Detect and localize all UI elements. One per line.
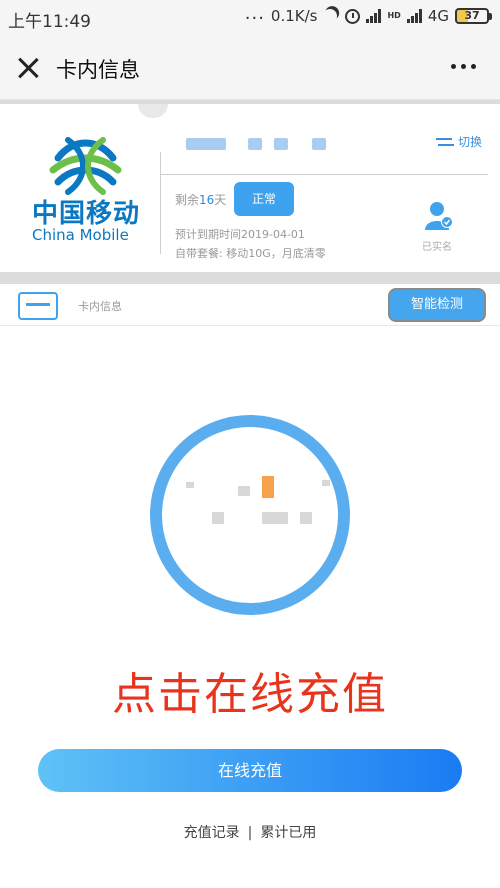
network-speed: 0.1K/s <box>270 7 318 25</box>
card-icon <box>18 292 58 320</box>
brand-name-en: China Mobile <box>32 226 129 244</box>
brand-name-cn: 中国移动 <box>32 199 141 229</box>
smart-detect-button[interactable]: 智能检测 <box>388 288 486 322</box>
close-icon[interactable] <box>14 54 42 82</box>
card-number-blurred <box>248 138 262 150</box>
title-bar: 卡内信息 <box>0 34 500 100</box>
signal-icon-2 <box>406 9 422 23</box>
package-info: 自带套餐: 移动10G，月底清零 <box>175 247 326 260</box>
horizontal-divider <box>160 174 488 175</box>
footer-links: 充值记录 | 累计已用 <box>0 822 500 842</box>
status-indicators: ... 0.1K/s HD 4G 37 <box>245 3 492 25</box>
blurred-value <box>186 482 194 488</box>
remaining-days: 剩余16天 <box>175 193 227 207</box>
status-badge: 正常 <box>234 182 294 216</box>
section-divider <box>0 272 500 284</box>
remaining-days-number: 16 <box>199 193 215 207</box>
switch-card-button[interactable]: 切换 <box>435 133 482 150</box>
blurred-value <box>322 480 330 486</box>
data-usage-ring <box>150 415 350 615</box>
expire-date: 预计到期时间2019-04-01 <box>175 228 305 241</box>
notification-dots-icon: ... <box>244 2 265 24</box>
verified-user-icon <box>425 202 453 230</box>
usage-total-link[interactable]: 累计已用 <box>260 825 316 841</box>
more-options-icon[interactable] <box>451 64 476 69</box>
blurred-value <box>238 486 250 496</box>
signal-icon <box>366 9 382 23</box>
online-recharge-button[interactable]: 在线充值 <box>38 749 462 792</box>
blurred-value <box>212 512 224 524</box>
switch-label: 切换 <box>457 135 482 149</box>
card-info-label: 卡内信息 <box>78 300 122 313</box>
promo-text: 点击在线充值 <box>112 669 388 720</box>
blurred-value <box>262 512 288 524</box>
blurred-value <box>300 512 312 524</box>
card-number-blurred <box>274 138 288 150</box>
page-title: 卡内信息 <box>56 58 140 82</box>
alarm-icon <box>345 8 361 24</box>
verified-label: 已实名 <box>422 242 452 253</box>
hd-badge: HD <box>387 11 401 20</box>
vertical-divider <box>160 152 161 254</box>
swap-arrows-icon <box>435 136 454 148</box>
status-time: 上午11:49 <box>8 12 91 32</box>
network-type: 4G <box>427 7 449 25</box>
battery-icon: 37 <box>455 8 492 24</box>
battery-level: 37 <box>455 8 489 24</box>
blurred-value-highlight <box>262 476 274 498</box>
recharge-records-link[interactable]: 充值记录 <box>184 825 240 841</box>
do-not-disturb-icon <box>322 7 340 25</box>
footer-separator: | <box>247 825 253 841</box>
card-number-blurred <box>186 138 226 150</box>
card-number-blurred <box>312 138 326 150</box>
status-bar: 上午11:49 ... 0.1K/s HD 4G 37 <box>0 0 500 34</box>
